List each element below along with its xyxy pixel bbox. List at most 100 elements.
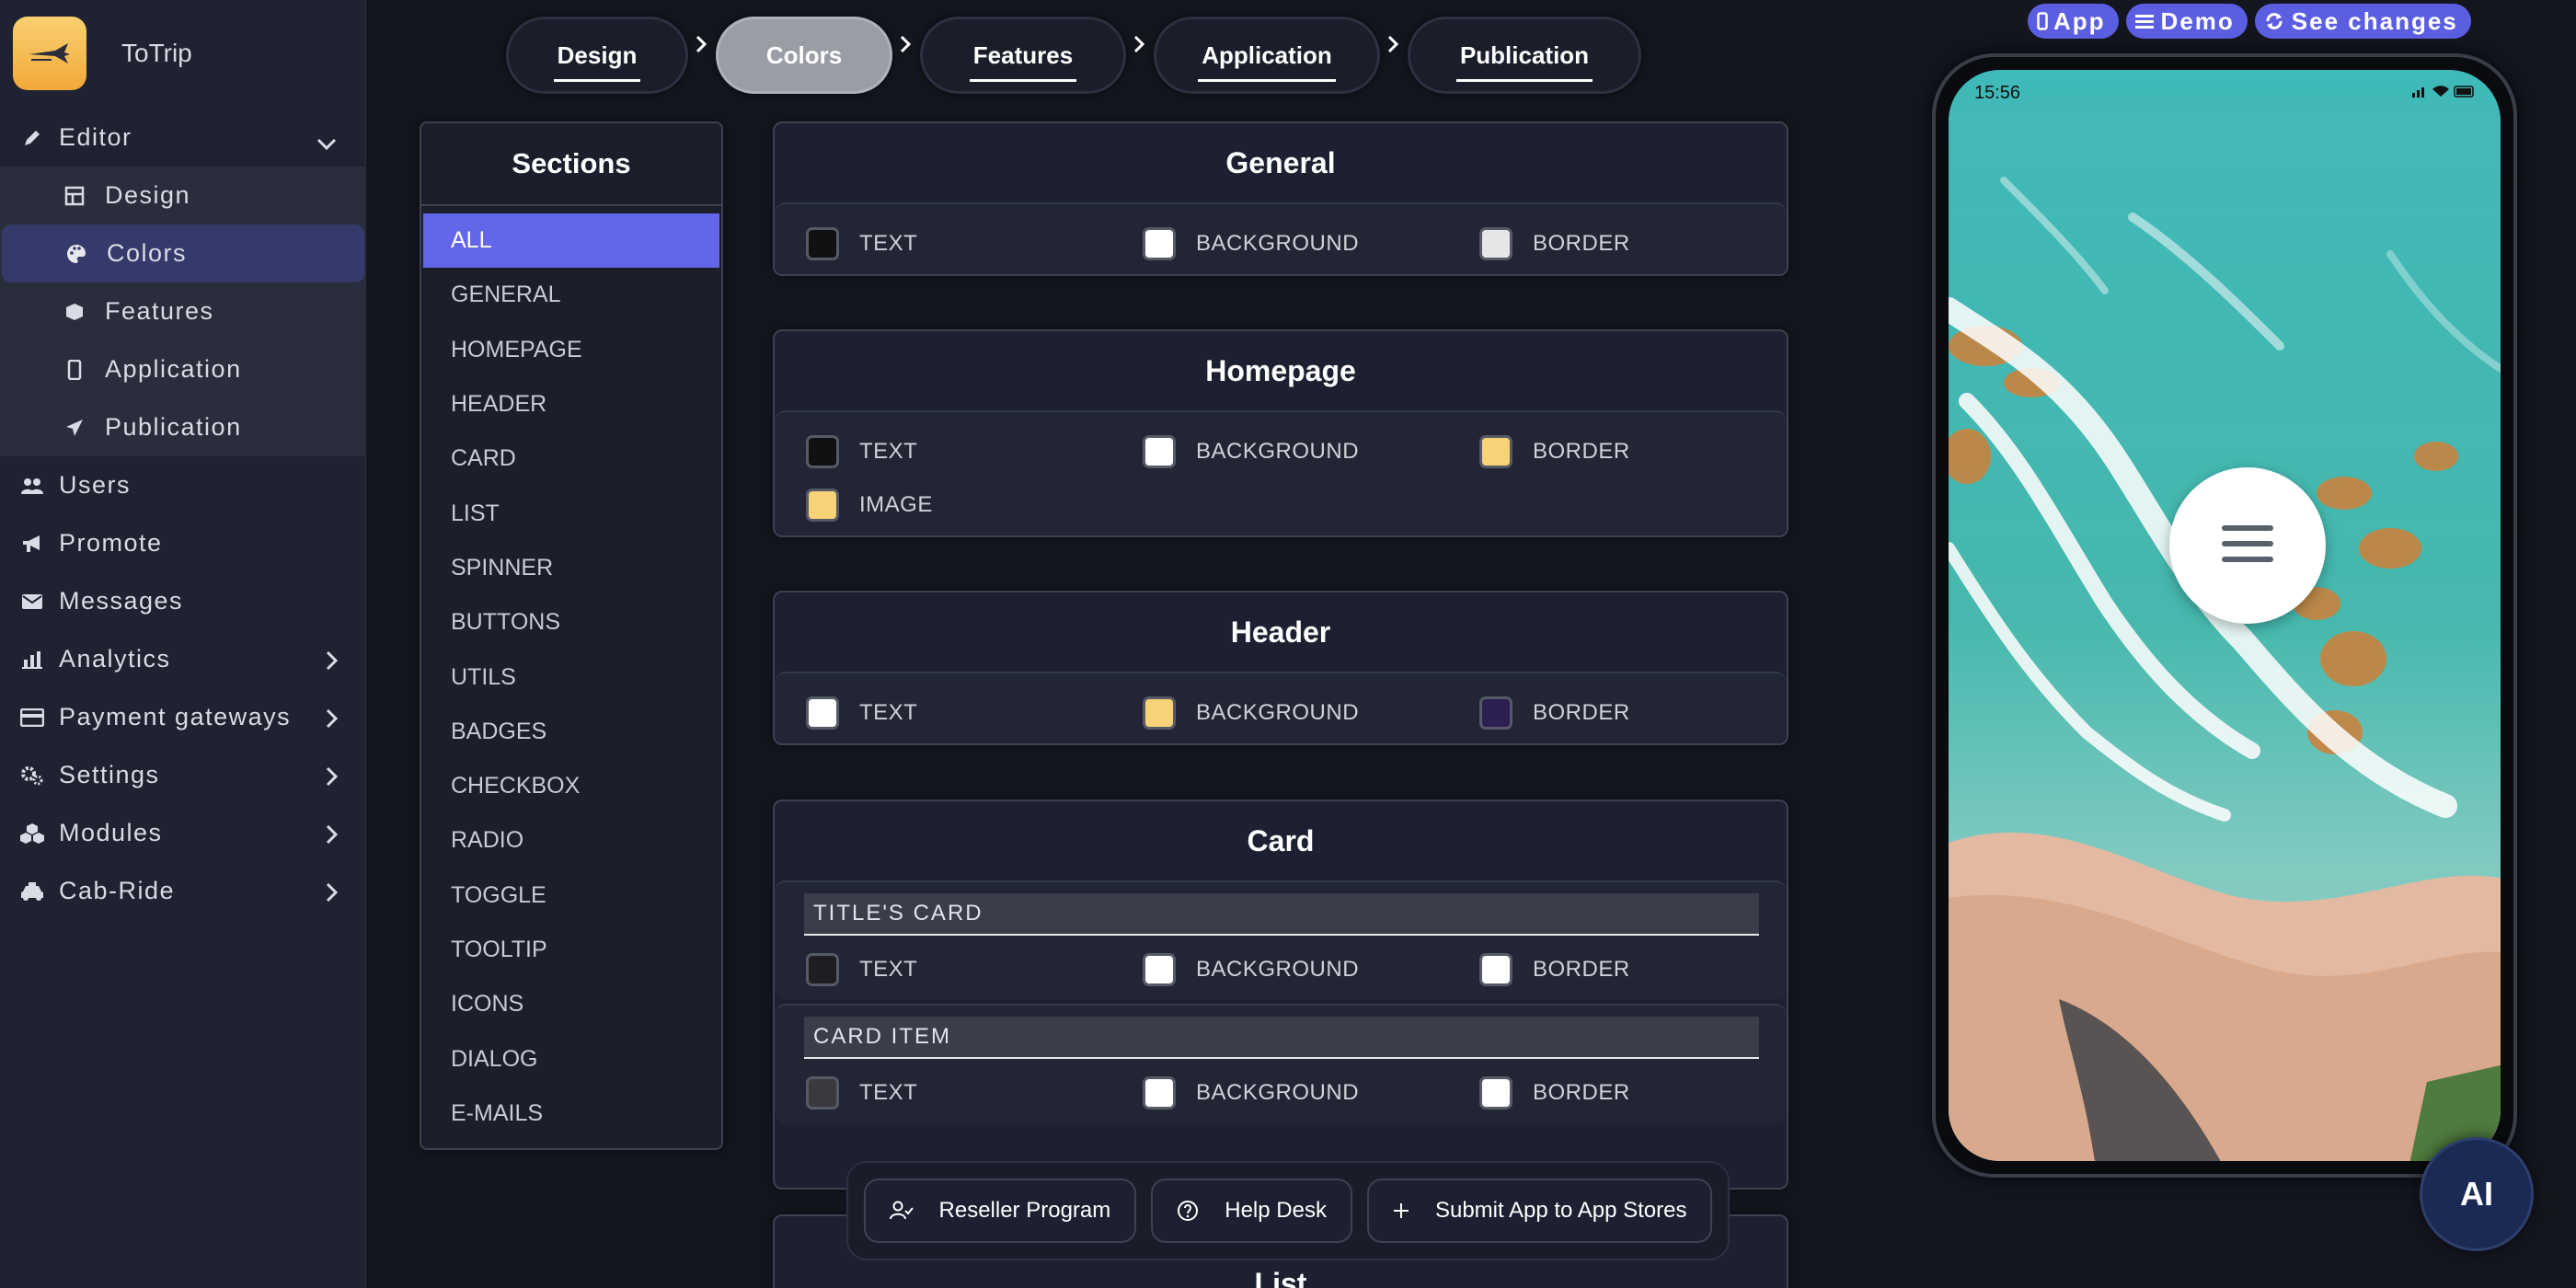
color-swatch[interactable] bbox=[806, 435, 839, 468]
color-label: BACKGROUND bbox=[1196, 439, 1360, 464]
sidebar-item-analytics[interactable]: Analytics bbox=[0, 630, 366, 688]
section-item-utils[interactable]: UTILS bbox=[423, 650, 719, 704]
see-changes-button[interactable]: See changes bbox=[2254, 4, 2471, 39]
step-publication[interactable]: Publication bbox=[1408, 17, 1641, 94]
chevron-down-icon bbox=[316, 129, 337, 157]
ai-assistant-button[interactable]: AI bbox=[2420, 1137, 2534, 1251]
color-field-image[interactable]: IMAGE bbox=[775, 489, 1111, 522]
sidebar-item-label: Messages bbox=[59, 587, 184, 615]
help-circle-icon bbox=[1177, 1200, 1212, 1222]
color-field-border[interactable]: BORDER bbox=[1448, 435, 1785, 468]
sidebar-item-promote[interactable]: Promote bbox=[0, 514, 366, 572]
sidebar-item-modules[interactable]: Modules bbox=[0, 804, 366, 862]
color-field-background[interactable]: BACKGROUND bbox=[1111, 435, 1448, 468]
color-swatch[interactable] bbox=[806, 1076, 839, 1110]
color-field-background[interactable]: BACKGROUND bbox=[1111, 696, 1448, 730]
help-desk-button[interactable]: Help Desk bbox=[1151, 1179, 1352, 1243]
sidebar-item-messages[interactable]: Messages bbox=[0, 572, 366, 630]
chevron-right-icon bbox=[326, 765, 339, 793]
color-swatch[interactable] bbox=[1143, 1076, 1176, 1110]
sidebar-item-users[interactable]: Users bbox=[0, 456, 366, 514]
chevron-right-icon bbox=[326, 822, 339, 851]
section-item-general[interactable]: GENERAL bbox=[423, 268, 719, 322]
section-item-card[interactable]: CARD bbox=[423, 431, 719, 486]
section-item-dialog[interactable]: DIALOG bbox=[423, 1031, 719, 1086]
color-swatch[interactable] bbox=[1143, 227, 1176, 260]
color-swatch[interactable] bbox=[1479, 227, 1512, 260]
sidebar-item-cab-ride[interactable]: Cab-Ride bbox=[0, 862, 366, 920]
sidebar-item-payment-gateways[interactable]: Payment gateways bbox=[0, 688, 366, 746]
section-item-spinner[interactable]: SPINNER bbox=[423, 541, 719, 595]
color-swatch[interactable] bbox=[1143, 696, 1176, 730]
color-field-border[interactable]: BORDER bbox=[1448, 227, 1785, 260]
color-label: TEXT bbox=[859, 1080, 918, 1105]
submit-app-button[interactable]: Submit App to App Stores bbox=[1366, 1179, 1713, 1243]
sidebar-item-publication[interactable]: Publication bbox=[0, 398, 366, 456]
color-swatch[interactable] bbox=[806, 227, 839, 260]
color-swatch[interactable] bbox=[1143, 953, 1176, 986]
hamburger-menu-button[interactable] bbox=[2169, 467, 2326, 624]
step-design[interactable]: Design bbox=[506, 17, 688, 94]
sidebar-item-settings[interactable]: Settings bbox=[0, 746, 366, 804]
section-item-all[interactable]: ALL bbox=[423, 213, 719, 269]
color-swatch[interactable] bbox=[806, 953, 839, 986]
color-field-text[interactable]: TEXT bbox=[775, 953, 1111, 986]
section-item-checkbox[interactable]: CHECKBOX bbox=[423, 759, 719, 813]
section-item-list[interactable]: LIST bbox=[423, 486, 719, 540]
color-swatch[interactable] bbox=[1479, 435, 1512, 468]
section-item-radio[interactable]: RADIO bbox=[423, 813, 719, 868]
color-swatch[interactable] bbox=[1479, 696, 1512, 730]
chevron-right-icon bbox=[326, 880, 339, 909]
color-field-background[interactable]: BACKGROUND bbox=[1111, 953, 1448, 986]
section-item-tooltip[interactable]: TOOLTIP bbox=[423, 923, 719, 977]
step-features[interactable]: Features bbox=[920, 17, 1126, 94]
section-item-buttons[interactable]: BUTTONS bbox=[423, 595, 719, 650]
plus-icon bbox=[1393, 1202, 1422, 1219]
brand[interactable]: ToTrip bbox=[13, 17, 192, 90]
sidebar-item-label: Settings bbox=[59, 761, 160, 788]
color-swatch[interactable] bbox=[1479, 953, 1512, 986]
mobile-icon bbox=[61, 359, 88, 380]
color-field-border[interactable]: BORDER bbox=[1448, 1076, 1785, 1110]
color-field-background[interactable]: BACKGROUND bbox=[1111, 227, 1448, 260]
color-swatch[interactable] bbox=[1479, 1076, 1512, 1110]
section-item-e-mails[interactable]: E-MAILS bbox=[423, 1087, 719, 1141]
color-field-border[interactable]: BORDER bbox=[1448, 953, 1785, 986]
color-swatch[interactable] bbox=[806, 489, 839, 522]
sidebar-item-features[interactable]: Features bbox=[0, 282, 366, 340]
sidebar-item-label: Features bbox=[105, 297, 214, 325]
color-field-text[interactable]: TEXT bbox=[775, 696, 1111, 730]
sidebar-item-editor[interactable]: Editor bbox=[0, 109, 366, 167]
step-application[interactable]: Application bbox=[1154, 17, 1380, 94]
sidebar-item-label: Modules bbox=[59, 819, 163, 846]
section-item-header[interactable]: HEADER bbox=[423, 377, 719, 431]
sidebar-item-colors[interactable]: Colors bbox=[2, 224, 364, 282]
step-colors[interactable]: Colors bbox=[716, 17, 892, 94]
color-swatch[interactable] bbox=[1143, 435, 1176, 468]
chevron-right-icon bbox=[892, 35, 920, 58]
section-item-homepage[interactable]: HOMEPAGE bbox=[423, 323, 719, 377]
color-field-text[interactable]: TEXT bbox=[775, 1076, 1111, 1110]
color-label: IMAGE bbox=[859, 492, 933, 517]
color-field-background[interactable]: BACKGROUND bbox=[1111, 1076, 1448, 1110]
demo-view-button[interactable]: Demo bbox=[2125, 4, 2248, 39]
pill-label: See changes bbox=[2291, 6, 2458, 35]
section-item-badges[interactable]: BADGES bbox=[423, 705, 719, 759]
color-field-border[interactable]: BORDER bbox=[1448, 696, 1785, 730]
sections-panel: Sections ALL GENERAL HOMEPAGE HEADER CAR… bbox=[420, 121, 723, 1150]
step-label: Design bbox=[553, 41, 641, 82]
sections-list: ALL GENERAL HOMEPAGE HEADER CARD LIST SP… bbox=[421, 206, 721, 1141]
reseller-program-button[interactable]: Reseller Program bbox=[863, 1179, 1137, 1243]
palette-icon bbox=[63, 243, 90, 265]
sidebar-item-design[interactable]: Design bbox=[0, 167, 366, 224]
color-swatch[interactable] bbox=[806, 696, 839, 730]
chevron-right-icon bbox=[326, 707, 339, 735]
sidebar-item-application[interactable]: Application bbox=[0, 340, 366, 398]
app-view-button[interactable]: App bbox=[2028, 4, 2119, 39]
color-field-text[interactable]: TEXT bbox=[775, 435, 1111, 468]
section-item-icons[interactable]: ICONS bbox=[423, 977, 719, 1031]
color-field-text[interactable]: TEXT bbox=[775, 227, 1111, 260]
section-item-toggle[interactable]: TOGGLE bbox=[423, 868, 719, 923]
step-label: Publication bbox=[1455, 41, 1593, 82]
paper-plane-icon bbox=[61, 418, 88, 438]
